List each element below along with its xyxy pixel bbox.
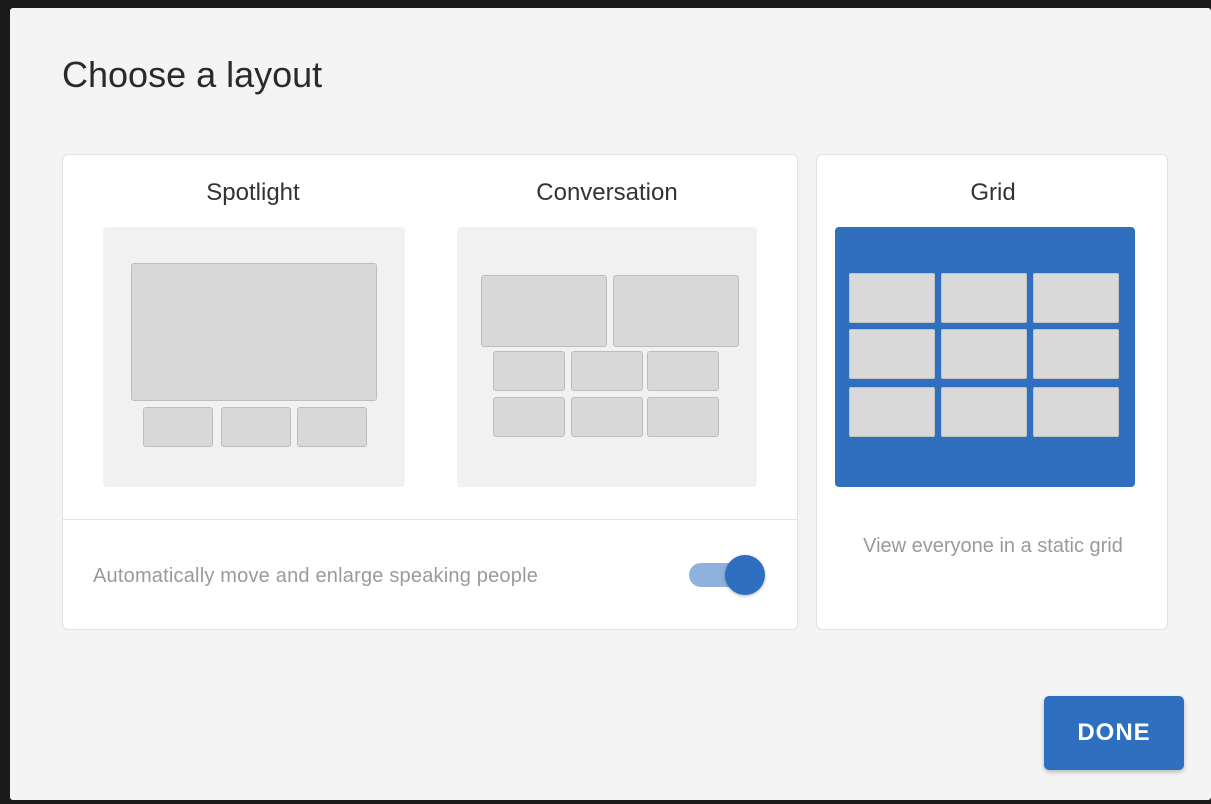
grid-tile	[849, 273, 935, 323]
grid-layout-card: Grid View everyone in a static grid	[816, 154, 1168, 630]
spotlight-option[interactable]	[103, 227, 405, 487]
auto-speaker-label: Automatically move and enlarge speaking …	[93, 565, 539, 587]
grid-tile	[941, 387, 1027, 437]
conversation-small-tile	[493, 351, 565, 391]
conversation-option[interactable]	[457, 227, 757, 487]
grid-tile	[849, 329, 935, 379]
spotlight-main-tile	[131, 263, 377, 401]
grid-option[interactable]	[835, 227, 1135, 487]
conversation-small-tile	[493, 397, 565, 437]
grid-tile	[1033, 273, 1119, 323]
grid-tile	[849, 387, 935, 437]
dialog-title: Choose a layout	[62, 54, 323, 95]
toggle-thumb	[725, 555, 765, 595]
grid-tile	[1033, 329, 1119, 379]
conversation-small-tile	[571, 397, 643, 437]
grid-tile	[941, 329, 1027, 379]
grid-tile	[941, 273, 1027, 323]
grid-label: Grid	[970, 179, 1016, 206]
spotlight-label: Spotlight	[206, 179, 300, 206]
conversation-small-tile	[647, 351, 719, 391]
conversation-small-tile	[647, 397, 719, 437]
conversation-small-tile	[571, 351, 643, 391]
grid-description: View everyone in a static grid	[863, 535, 1123, 557]
spotlight-thumb-tile	[221, 407, 291, 447]
grid-tile	[1033, 387, 1119, 437]
conversation-label: Conversation	[536, 179, 678, 206]
done-button[interactable]: DONE	[1044, 696, 1184, 770]
auto-speaker-toggle[interactable]	[689, 555, 765, 595]
conversation-large-tile	[481, 275, 607, 347]
spotlight-thumb-tile	[297, 407, 367, 447]
layout-dialog: Choose a layout Spotlight Conversation A…	[10, 8, 1211, 800]
card-divider	[63, 519, 797, 520]
conversation-large-tile	[613, 275, 739, 347]
speaker-layouts-card: Spotlight Conversation Automatically mov…	[62, 154, 798, 630]
spotlight-thumb-tile	[143, 407, 213, 447]
